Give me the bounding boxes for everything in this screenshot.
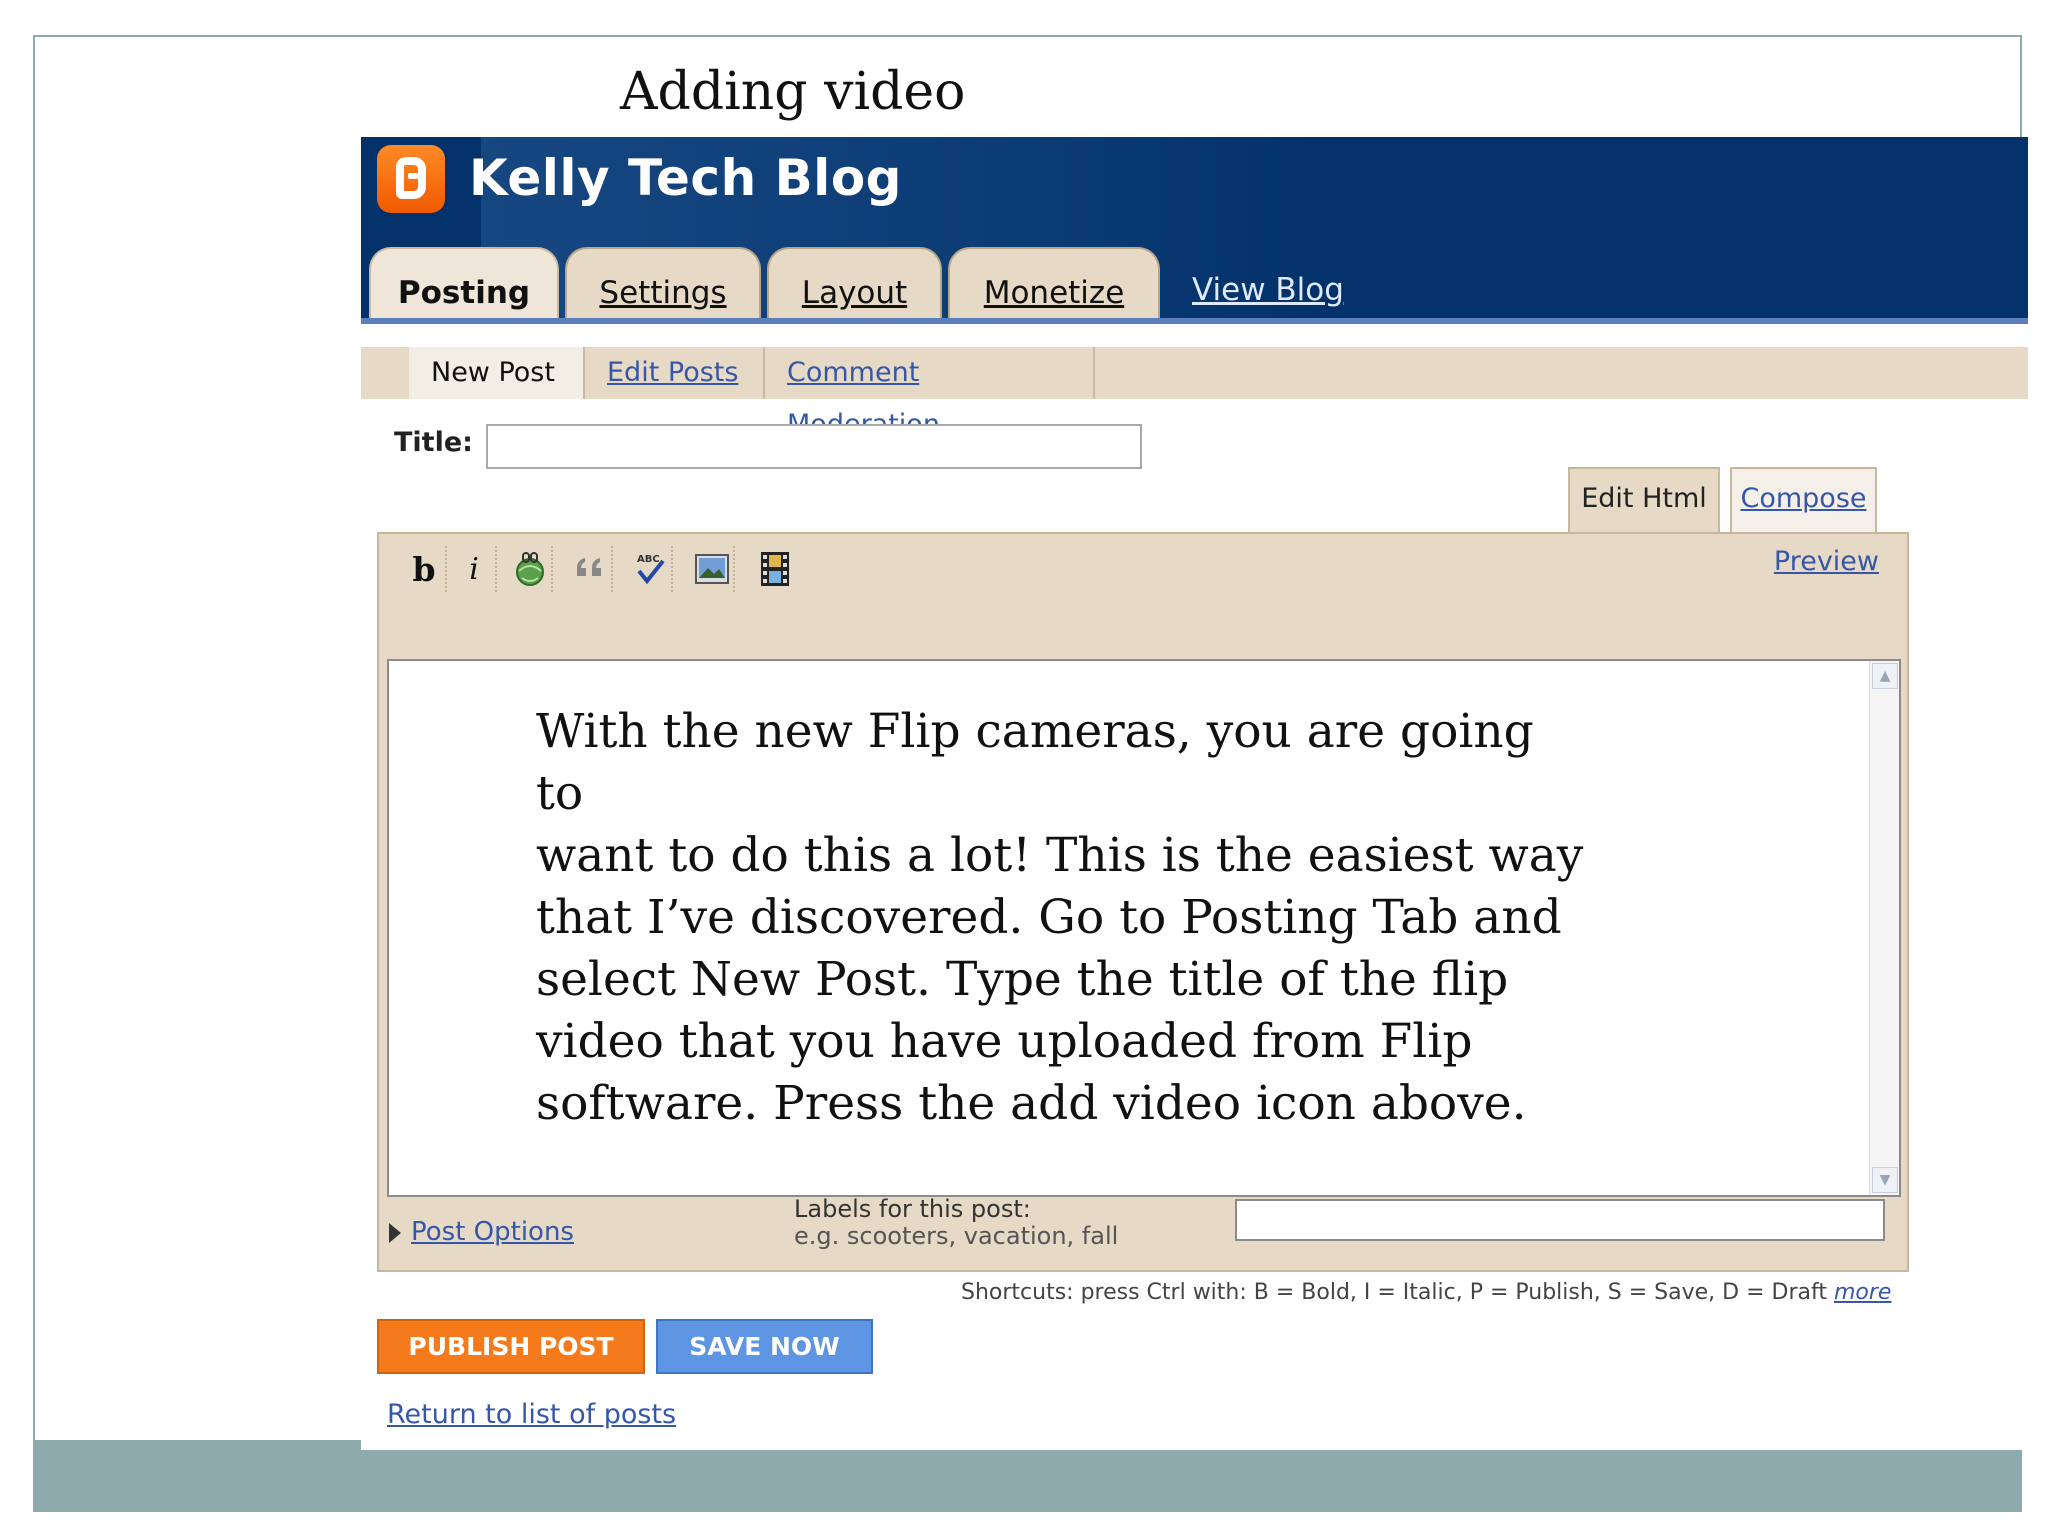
subtab-edit-posts[interactable]: Edit Posts — [585, 347, 765, 399]
body-line: With the new Flip cameras, you are going… — [536, 704, 1534, 821]
labels-hint: e.g. scooters, vacation, fall — [794, 1222, 1119, 1250]
add-image-icon[interactable] — [691, 546, 735, 592]
publish-post-button[interactable]: PUBLISH POST — [377, 1319, 645, 1374]
body-line: software. Press the add video icon above… — [536, 1076, 1527, 1131]
tab-layout[interactable]: Layout — [767, 247, 942, 324]
posting-subnav: New Post Edit Posts Comment Moderation — [361, 347, 2028, 440]
shortcuts-help: Shortcuts: press Ctrl with: B = Bold, I … — [961, 1280, 1891, 1305]
labels-section: Labels for this post: e.g. scooters, vac… — [794, 1196, 1118, 1250]
italic-button[interactable]: i — [453, 546, 497, 592]
edit-html-tab[interactable]: Edit Html — [1568, 467, 1720, 533]
labels-input[interactable] — [1235, 1199, 1885, 1241]
scroll-down-icon[interactable]: ▼ — [1872, 1167, 1898, 1193]
body-line: want to do this a lot! This is the easie… — [536, 828, 1584, 883]
shortcuts-text: Shortcuts: press Ctrl with: B = Bold, I … — [961, 1280, 1827, 1305]
tab-monetize[interactable]: Monetize — [948, 247, 1160, 324]
editor-scrollbar[interactable]: ▲ ▼ — [1869, 661, 1899, 1195]
header-divider — [361, 318, 2028, 324]
labels-label: Labels for this post: — [794, 1195, 1031, 1223]
post-body-text: With the new Flip cameras, you are going… — [536, 701, 1586, 1135]
body-line: video that you have uploaded from Flip — [536, 1014, 1473, 1069]
slide-bottom-bar — [33, 1440, 2022, 1512]
post-body-editor[interactable]: With the new Flip cameras, you are going… — [387, 659, 1901, 1197]
post-options-link[interactable]: Post Options — [411, 1217, 574, 1247]
title-label: Title: — [394, 427, 473, 458]
view-blog-link[interactable]: View Blog — [1192, 272, 1344, 308]
slide-title: Adding video — [620, 62, 966, 122]
blogger-b-glyph — [396, 157, 426, 199]
subtab-comment-moderation[interactable]: Comment Moderation — [765, 347, 1095, 440]
blogger-screenshot: Kelly Tech Blog Posting Settings Layout … — [361, 137, 2028, 1450]
expand-triangle-icon[interactable] — [389, 1223, 401, 1243]
subtab-new-post[interactable]: New Post — [409, 347, 585, 399]
body-line: that I’ve discovered. Go to Posting Tab … — [536, 890, 1562, 945]
compose-tab[interactable]: Compose — [1730, 467, 1877, 533]
bold-button[interactable]: b — [403, 546, 447, 592]
blockquote-icon[interactable] — [569, 546, 613, 592]
post-editor: b i ABC Preview With the new Flip camera… — [377, 532, 1909, 1272]
blog-title[interactable]: Kelly Tech Blog — [469, 149, 902, 207]
body-line: select New Post. Type the title of the f… — [536, 952, 1509, 1007]
scroll-up-icon[interactable]: ▲ — [1872, 663, 1898, 689]
spellcheck-icon[interactable]: ABC — [629, 546, 673, 592]
tab-posting[interactable]: Posting — [369, 247, 559, 324]
svg-text:ABC: ABC — [637, 554, 660, 565]
shortcuts-more-link[interactable]: more — [1834, 1280, 1891, 1305]
save-now-button[interactable]: SAVE NOW — [656, 1319, 873, 1374]
blogger-header: Kelly Tech Blog Posting Settings Layout … — [361, 137, 2028, 324]
add-video-icon[interactable] — [753, 546, 797, 592]
link-icon[interactable] — [509, 546, 553, 592]
blogger-logo-icon[interactable] — [377, 145, 445, 213]
tab-settings[interactable]: Settings — [565, 247, 761, 324]
return-to-posts-link[interactable]: Return to list of posts — [387, 1399, 676, 1430]
preview-link[interactable]: Preview — [1774, 546, 1879, 577]
post-title-input[interactable] — [486, 424, 1142, 469]
